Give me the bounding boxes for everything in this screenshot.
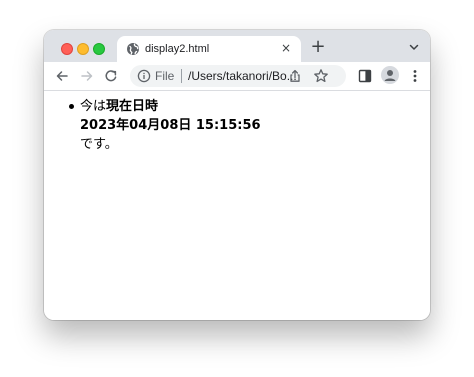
browser-toolbar: File /Users/takanori/Bo... [44, 62, 430, 91]
close-tab-icon[interactable]: × [279, 41, 293, 55]
minimize-window-button[interactable] [77, 43, 89, 55]
address-bar[interactable]: File /Users/takanori/Bo... [130, 65, 346, 87]
tab-strip: display2.html × + [44, 30, 430, 62]
side-panel-icon[interactable] [358, 69, 372, 83]
chevron-down-icon[interactable] [408, 41, 420, 53]
list-item-line-1: 今は現在日時 [80, 97, 261, 116]
forward-arrow-icon[interactable] [79, 68, 95, 84]
globe-icon [127, 43, 139, 55]
list-item: 今は現在日時 2023年04月08日 15:15:56 です。 [69, 97, 261, 154]
back-arrow-icon[interactable] [54, 68, 70, 84]
info-icon[interactable] [137, 69, 151, 83]
share-icon[interactable] [288, 69, 302, 83]
new-tab-button[interactable]: + [310, 38, 326, 56]
close-window-button[interactable] [61, 43, 73, 55]
kebab-menu-icon[interactable] [408, 68, 422, 84]
profile-avatar-icon[interactable] [381, 66, 399, 84]
screenshot-stage: display2.html × + File /Users/takanori/B… [0, 0, 474, 377]
browser-window: display2.html × + File /Users/takanori/B… [44, 30, 430, 320]
star-icon[interactable] [313, 68, 329, 84]
scheme-label: File [155, 69, 175, 83]
reload-icon[interactable] [103, 68, 119, 84]
page-content: 今は現在日時 2023年04月08日 15:15:56 です。 [44, 91, 430, 320]
tab-title: display2.html [145, 43, 210, 55]
current-datetime-value: 2023年04月08日 15:15:56 [80, 118, 261, 133]
zoom-window-button[interactable] [93, 43, 105, 55]
current-datetime-label: 現在日時 [106, 99, 159, 114]
list-bullet [69, 104, 74, 109]
tab-display2[interactable]: display2.html × [117, 36, 301, 62]
datetime-list: 今は現在日時 2023年04月08日 15:15:56 です。 [69, 97, 261, 154]
url-text[interactable]: /Users/takanori/Bo... [188, 68, 297, 84]
omnibox-divider [181, 69, 182, 83]
list-item-prefix: 今は [80, 99, 107, 114]
list-item-suffix: です。 [80, 137, 118, 152]
person-icon [384, 70, 396, 81]
